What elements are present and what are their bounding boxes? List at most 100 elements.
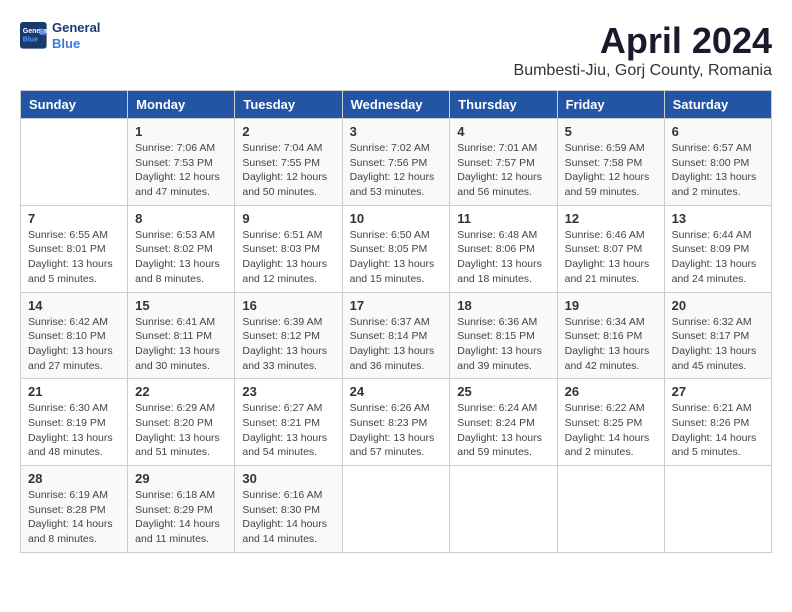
calendar-table: SundayMondayTuesdayWednesdayThursdayFrid… [20, 90, 772, 553]
calendar-cell [21, 119, 128, 206]
day-number: 20 [672, 298, 764, 313]
day-info: Sunrise: 6:55 AMSunset: 8:01 PMDaylight:… [28, 228, 120, 287]
day-number: 1 [135, 124, 227, 139]
day-number: 13 [672, 211, 764, 226]
calendar-week-row: 21Sunrise: 6:30 AMSunset: 8:19 PMDayligh… [21, 379, 772, 466]
calendar-cell: 26Sunrise: 6:22 AMSunset: 8:25 PMDayligh… [557, 379, 664, 466]
calendar-cell: 25Sunrise: 6:24 AMSunset: 8:24 PMDayligh… [450, 379, 557, 466]
calendar-cell: 27 Sunrise: 6:21 AMSunset: 8:26 PMDayligh… [664, 379, 771, 466]
calendar-cell: 18 Sunrise: 6:36 AMSunset: 8:15 PMDayligh… [450, 292, 557, 379]
day-number: 4 [457, 124, 549, 139]
day-number: 17 [350, 298, 443, 313]
day-info: Sunrise: 6:53 AMSunset: 8:02 PMDaylight:… [135, 228, 227, 287]
day-info: Sunrise: 6:48 AMSunset: 8:06 PMDaylight:… [457, 228, 549, 287]
column-header-friday: Friday [557, 91, 664, 119]
day-number: 22 [135, 384, 227, 399]
calendar-cell: 4 Sunrise: 7:01 AMSunset: 7:57 PMDaylight… [450, 119, 557, 206]
day-number: 12 [565, 211, 657, 226]
calendar-cell: 8Sunrise: 6:53 AMSunset: 8:02 PMDaylight… [128, 205, 235, 292]
calendar-week-row: 7 Sunrise: 6:55 AMSunset: 8:01 PMDaylight… [21, 205, 772, 292]
day-info: Sunrise: 6:34 AMSunset: 8:16 PMDaylight:… [565, 315, 657, 374]
calendar-cell: 2 Sunrise: 7:04 AMSunset: 7:55 PMDaylight… [235, 119, 342, 206]
column-header-sunday: Sunday [21, 91, 128, 119]
day-number: 28 [28, 471, 120, 486]
day-number: 9 [242, 211, 334, 226]
day-info: Sunrise: 7:01 AMSunset: 7:57 PMDaylight:… [457, 141, 549, 200]
day-info: Sunrise: 6:36 AMSunset: 8:15 PMDaylight:… [457, 315, 549, 374]
day-info: Sunrise: 6:16 AMSunset: 8:30 PMDaylight:… [242, 488, 334, 547]
calendar-cell: 15 Sunrise: 6:41 AMSunset: 8:11 PMDayligh… [128, 292, 235, 379]
day-number: 14 [28, 298, 120, 313]
day-number: 23 [242, 384, 334, 399]
calendar-cell: 16 Sunrise: 6:39 AMSunset: 8:12 PMDayligh… [235, 292, 342, 379]
column-header-monday: Monday [128, 91, 235, 119]
day-info: Sunrise: 6:51 AMSunset: 8:03 PMDaylight:… [242, 228, 334, 287]
day-number: 27 [672, 384, 764, 399]
month-title: April 2024 [514, 20, 772, 62]
day-number: 24 [350, 384, 443, 399]
svg-text:Blue: Blue [23, 36, 38, 43]
day-number: 26 [565, 384, 657, 399]
calendar-cell [342, 466, 450, 553]
day-info: Sunrise: 6:24 AMSunset: 8:24 PMDaylight:… [457, 401, 549, 460]
day-number: 19 [565, 298, 657, 313]
column-header-tuesday: Tuesday [235, 91, 342, 119]
calendar-cell [664, 466, 771, 553]
day-number: 18 [457, 298, 549, 313]
day-number: 10 [350, 211, 443, 226]
day-info: Sunrise: 7:04 AMSunset: 7:55 PMDaylight:… [242, 141, 334, 200]
calendar-cell: 12 Sunrise: 6:46 AMSunset: 8:07 PMDayligh… [557, 205, 664, 292]
logo-icon: General Blue [20, 22, 48, 50]
calendar-cell: 1 Sunrise: 7:06 AMSunset: 7:53 PMDaylight… [128, 119, 235, 206]
day-info: Sunrise: 6:29 AMSunset: 8:20 PMDaylight:… [135, 401, 227, 460]
title-section: April 2024 Bumbesti-Jiu, Gorj County, Ro… [514, 20, 772, 80]
calendar-cell: 19 Sunrise: 6:34 AMSunset: 8:16 PMDayligh… [557, 292, 664, 379]
day-info: Sunrise: 6:19 AMSunset: 8:28 PMDaylight:… [28, 488, 120, 547]
day-info: Sunrise: 6:32 AMSunset: 8:17 PMDaylight:… [672, 315, 764, 374]
day-info: Sunrise: 6:44 AMSunset: 8:09 PMDaylight:… [672, 228, 764, 287]
calendar-cell: 17 Sunrise: 6:37 AMSunset: 8:14 PMDayligh… [342, 292, 450, 379]
calendar-cell [557, 466, 664, 553]
day-info: Sunrise: 6:59 AMSunset: 7:58 PMDaylight:… [565, 141, 657, 200]
day-info: Sunrise: 6:39 AMSunset: 8:12 PMDaylight:… [242, 315, 334, 374]
day-number: 11 [457, 211, 549, 226]
calendar-week-row: 14 Sunrise: 6:42 AMSunset: 8:10 PMDayligh… [21, 292, 772, 379]
day-info: Sunrise: 6:42 AMSunset: 8:10 PMDaylight:… [28, 315, 120, 374]
day-info: Sunrise: 6:46 AMSunset: 8:07 PMDaylight:… [565, 228, 657, 287]
calendar-cell: 24 Sunrise: 6:26 AMSunset: 8:23 PMDayligh… [342, 379, 450, 466]
column-header-thursday: Thursday [450, 91, 557, 119]
day-info: Sunrise: 7:02 AMSunset: 7:56 PMDaylight:… [350, 141, 443, 200]
day-info: Sunrise: 6:37 AMSunset: 8:14 PMDaylight:… [350, 315, 443, 374]
day-number: 16 [242, 298, 334, 313]
day-info: Sunrise: 6:26 AMSunset: 8:23 PMDaylight:… [350, 401, 443, 460]
day-number: 30 [242, 471, 334, 486]
day-number: 6 [672, 124, 764, 139]
calendar-cell: 3 Sunrise: 7:02 AMSunset: 7:56 PMDaylight… [342, 119, 450, 206]
column-header-saturday: Saturday [664, 91, 771, 119]
logo-text-line1: General [52, 20, 100, 36]
calendar-cell: 29 Sunrise: 6:18 AMSunset: 8:29 PMDayligh… [128, 466, 235, 553]
calendar-cell: 14 Sunrise: 6:42 AMSunset: 8:10 PMDayligh… [21, 292, 128, 379]
day-number: 2 [242, 124, 334, 139]
calendar-cell: 7 Sunrise: 6:55 AMSunset: 8:01 PMDaylight… [21, 205, 128, 292]
day-info: Sunrise: 6:57 AMSunset: 8:00 PMDaylight:… [672, 141, 764, 200]
day-number: 21 [28, 384, 120, 399]
day-info: Sunrise: 6:41 AMSunset: 8:11 PMDaylight:… [135, 315, 227, 374]
day-number: 15 [135, 298, 227, 313]
calendar-cell: 5Sunrise: 6:59 AMSunset: 7:58 PMDaylight… [557, 119, 664, 206]
calendar-cell: 21Sunrise: 6:30 AMSunset: 8:19 PMDayligh… [21, 379, 128, 466]
day-info: Sunrise: 6:18 AMSunset: 8:29 PMDaylight:… [135, 488, 227, 547]
calendar-cell: 20 Sunrise: 6:32 AMSunset: 8:17 PMDayligh… [664, 292, 771, 379]
day-number: 29 [135, 471, 227, 486]
calendar-cell: 23 Sunrise: 6:27 AMSunset: 8:21 PMDayligh… [235, 379, 342, 466]
calendar-cell: 9 Sunrise: 6:51 AMSunset: 8:03 PMDaylight… [235, 205, 342, 292]
calendar-cell: 6 Sunrise: 6:57 AMSunset: 8:00 PMDaylight… [664, 119, 771, 206]
logo: General Blue General Blue [20, 20, 100, 51]
day-info: Sunrise: 6:21 AMSunset: 8:26 PMDaylight:… [672, 401, 764, 460]
day-number: 7 [28, 211, 120, 226]
calendar-cell: 11 Sunrise: 6:48 AMSunset: 8:06 PMDayligh… [450, 205, 557, 292]
calendar-header-row: SundayMondayTuesdayWednesdayThursdayFrid… [21, 91, 772, 119]
day-info: Sunrise: 6:27 AMSunset: 8:21 PMDaylight:… [242, 401, 334, 460]
day-info: Sunrise: 7:06 AMSunset: 7:53 PMDaylight:… [135, 141, 227, 200]
day-number: 3 [350, 124, 443, 139]
